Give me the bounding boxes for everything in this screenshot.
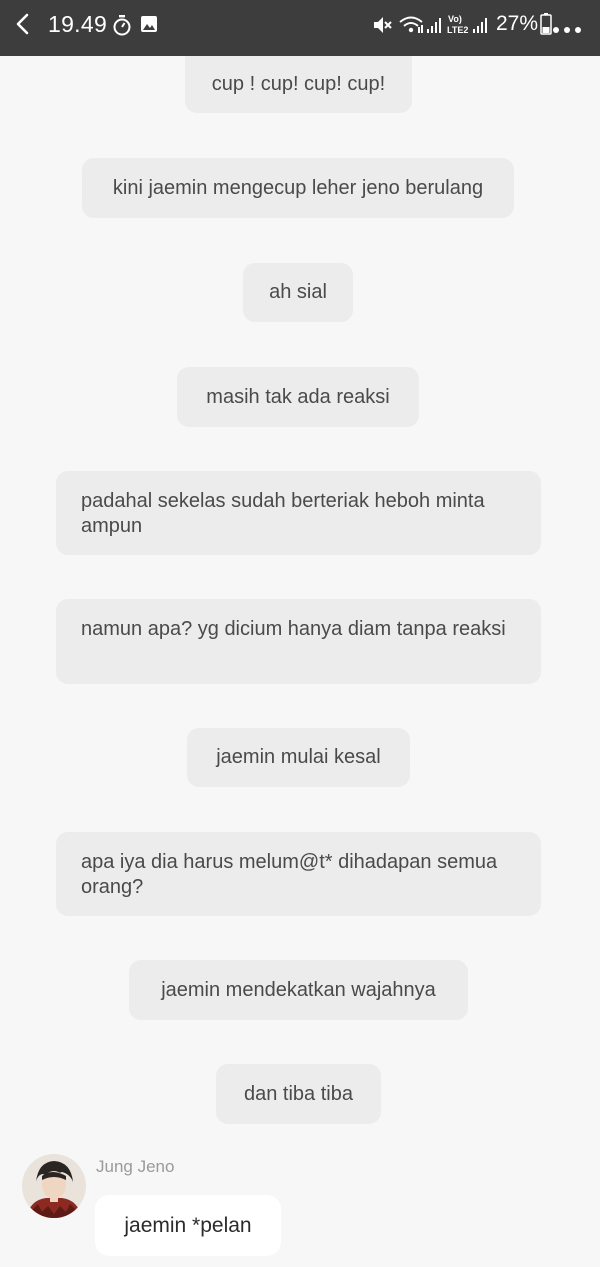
narration-bubble: apa iya dia harus melum@t* dihadapan sem… [56,832,541,916]
back-arrow-icon[interactable] [12,10,34,38]
incoming-message-bubble: jaemin *pelan [95,1195,281,1256]
signal-icon [426,14,444,41]
narration-bubble: cup ! cup! cup! cup! [185,56,412,113]
status-time: 19.49 [48,11,108,37]
sender-name: Jung Jeno [96,1157,175,1176]
svg-text:Vo): Vo) [448,14,462,24]
narration-bubble: kini jaemin mengecup leher jeno berulang [82,158,514,218]
narration-bubble: jaemin mulai kesal [187,728,410,787]
wifi-icon [398,14,424,41]
battery-percent: 27% [496,12,539,35]
svg-text:LTE2: LTE2 [447,25,468,35]
narration-bubble: dan tiba tiba [216,1064,381,1124]
narration-bubble: masih tak ada reaksi [177,367,419,427]
battery-icon [540,13,552,40]
more-dots-icon[interactable] [552,21,582,39]
mute-icon [372,14,394,41]
timer-icon [112,14,132,41]
volte-lte2-icon: Vo) LTE2 [446,12,492,43]
chat-thread[interactable]: cup ! cup! cup! cup! kini jaemin mengecu… [0,56,600,1267]
narration-bubble: namun apa? yg dicium hanya diam tanpa re… [56,599,541,684]
avatar[interactable] [22,1154,86,1218]
narration-bubble: ah sial [243,263,353,322]
status-bar: 19.49 Vo) LTE2 27% [0,0,600,56]
image-icon [140,15,158,38]
narration-bubble: padahal sekelas sudah berteriak heboh mi… [56,471,541,555]
narration-bubble: jaemin mendekatkan wajahnya [129,960,468,1020]
